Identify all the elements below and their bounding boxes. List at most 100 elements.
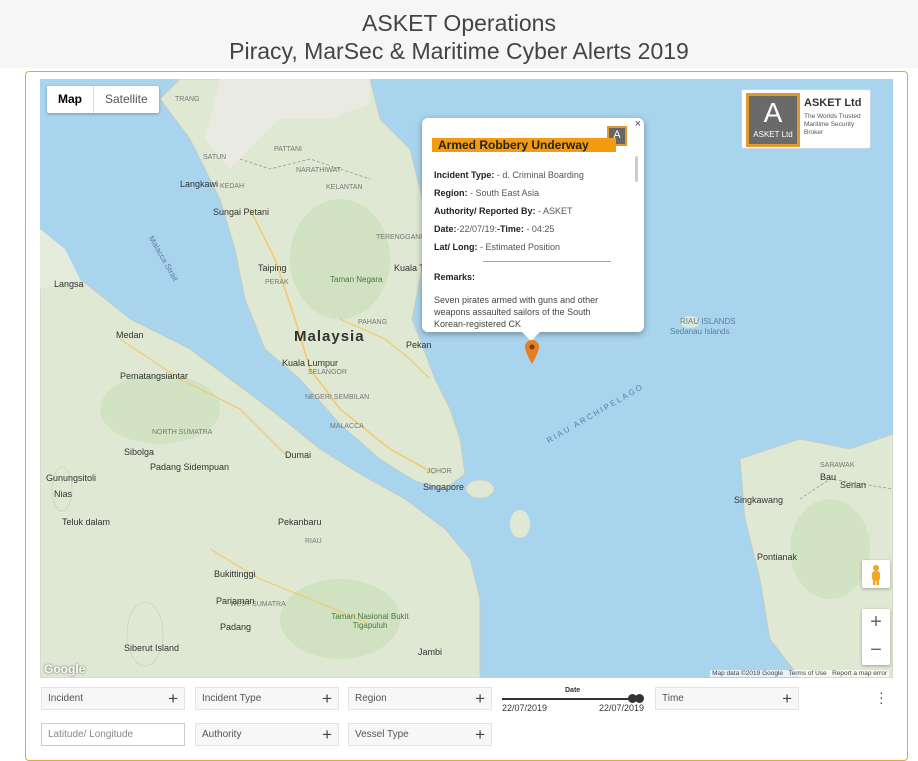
more-options-icon[interactable]: · · · <box>879 685 884 709</box>
region-label: MALACCA <box>330 423 364 430</box>
region-label: PAHANG <box>358 319 388 326</box>
plus-icon[interactable]: + <box>475 688 485 709</box>
region-label: KEDAH <box>220 183 245 190</box>
latlong-input[interactable]: Latitude/ Longitude <box>41 723 185 746</box>
date-to-value: 22/07/2019 <box>599 703 645 713</box>
time-filter-label: Time <box>662 693 684 704</box>
logo-letter: A <box>763 97 783 128</box>
zoom-control[interactable]: + − <box>862 609 890 665</box>
map-attribution: Map data ©2019 Google Terms of Use Repor… <box>710 670 889 677</box>
region-row: Region: - South East Asia <box>434 188 539 198</box>
city-label: Serian <box>840 480 867 490</box>
region-label: NEGERI SEMBILAN <box>305 394 370 401</box>
plus-icon[interactable]: + <box>475 724 485 745</box>
incident-type-label: Incident Type: <box>434 170 495 180</box>
region-label: NARATHIWAT <box>296 167 341 174</box>
date-slider-track[interactable] <box>502 698 642 700</box>
city-label: Pekan <box>406 340 432 350</box>
logo-tagline: The Worlds Trusted Maritime Security Bro… <box>804 113 861 136</box>
city-label: Nias <box>54 489 73 499</box>
incident-type-value: - d. Criminal Boarding <box>496 170 584 180</box>
city-label: Pontianak <box>757 552 798 562</box>
city-label: Pematangsiantar <box>120 371 189 381</box>
asket-logo-mark: A ASKET Ltd <box>746 93 800 147</box>
authority-filter[interactable]: Authority + <box>195 723 339 746</box>
terms-link[interactable]: Terms of Use <box>788 670 826 677</box>
authority-value: - ASKET <box>538 206 573 216</box>
region-label: PATTANI <box>274 146 302 153</box>
city-label: Pariaman <box>216 596 255 606</box>
street-view-pegman[interactable] <box>862 560 890 588</box>
remarks-label: Remarks: <box>434 272 475 282</box>
incident-type-filter[interactable]: Incident Type + <box>195 687 339 710</box>
map-type-control[interactable]: Map Satellite <box>47 86 159 113</box>
region-filter[interactable]: Region + <box>348 687 492 710</box>
date-from-value: 22/07/2019 <box>502 703 548 713</box>
page-subtitle: Piracy, MarSec & Maritime Cyber Alerts 2… <box>229 38 689 64</box>
city-label: Sungai Petani <box>213 207 270 217</box>
remarks-text: Seven pirates armed with guns and other … <box>434 295 599 329</box>
region-label: NORTH SUMATRA <box>152 429 213 436</box>
region-label: Region: <box>434 188 468 198</box>
vessel-type-filter[interactable]: Vessel Type + <box>348 723 492 746</box>
country-label: Malaysia <box>294 328 365 345</box>
plus-icon[interactable]: + <box>782 688 792 709</box>
zoom-in-button[interactable]: + <box>862 609 890 637</box>
city-label: Singapore <box>423 482 465 492</box>
city-label: Taiping <box>258 263 287 273</box>
google-logo: Google <box>44 662 86 676</box>
page-title: ASKET Operations <box>362 10 556 36</box>
city-label: Siberut Island <box>124 643 180 653</box>
plus-icon[interactable]: + <box>322 724 332 745</box>
date-value: -22/07/19: <box>456 224 498 234</box>
map-type-map-button[interactable]: Map <box>47 86 94 113</box>
date-slider-label: Date <box>565 687 581 694</box>
incident-filter-label: Incident <box>48 693 84 704</box>
region-label: TERENGGANU <box>376 234 426 241</box>
date-label: Date: <box>434 224 457 234</box>
popup-divider <box>483 261 611 262</box>
city-label: Teluk dalam <box>62 517 111 527</box>
city-label: Pekanbaru <box>278 517 322 527</box>
city-label: Gunungsitoli <box>46 473 97 483</box>
siberut-island <box>126 601 164 667</box>
forest-patch-4 <box>790 499 870 599</box>
report-link[interactable]: Report a map error <box>832 670 887 677</box>
city-label: Sibolga <box>124 447 155 457</box>
latlong-value: - Estimated Position <box>480 242 561 252</box>
region-label: PERAK <box>265 279 289 286</box>
time-filter[interactable]: Time + <box>655 687 799 710</box>
region-label: RIAU <box>305 538 322 545</box>
logo-sub: ASKET Ltd <box>753 130 793 139</box>
close-icon[interactable]: × <box>635 118 641 130</box>
asket-logo: A ASKET Ltd ASKET Ltd The Worlds Trusted… <box>741 89 871 149</box>
date-row: Date:-22/07/19:-Time: - 04:25 <box>434 224 554 234</box>
sea-label: Sedanau Islands <box>670 327 730 336</box>
city-label: Langkawi <box>180 179 219 189</box>
plus-icon[interactable]: + <box>168 688 178 709</box>
region-label: SARAWAK <box>820 462 855 469</box>
time-label: -Time: <box>497 224 524 234</box>
incident-filter[interactable]: Incident + <box>41 687 185 710</box>
time-value: - 04:25 <box>526 224 555 234</box>
bintan-island <box>465 479 495 499</box>
popup-scrollbar[interactable] <box>635 156 638 182</box>
authority-row: Authority/ Reported By: - ASKET <box>434 206 573 216</box>
region-filter-label: Region <box>355 693 387 704</box>
incident-marker-pin[interactable] <box>525 340 539 369</box>
region-label: JOHOR <box>427 468 452 475</box>
city-label: Jambi <box>418 647 443 657</box>
map-type-satellite-button[interactable]: Satellite <box>94 86 159 113</box>
vessel-type-filter-label: Vessel Type <box>355 729 409 740</box>
attribution-text: Map data ©2019 Google <box>712 670 784 677</box>
plus-icon[interactable]: + <box>322 688 332 709</box>
forest-patch-1 <box>290 199 390 319</box>
pegman-icon <box>872 565 880 585</box>
map-pin-icon <box>525 340 539 364</box>
date-slider-end-handle[interactable] <box>635 694 644 703</box>
city-label: Kuala Lumpur <box>282 358 339 368</box>
park-label: Taman Negara <box>330 275 383 284</box>
zoom-out-button[interactable]: − <box>862 637 890 665</box>
park-label: Taman Nasional Bukit Tigapuluh <box>331 612 409 630</box>
city-label: Singkawang <box>734 495 784 505</box>
